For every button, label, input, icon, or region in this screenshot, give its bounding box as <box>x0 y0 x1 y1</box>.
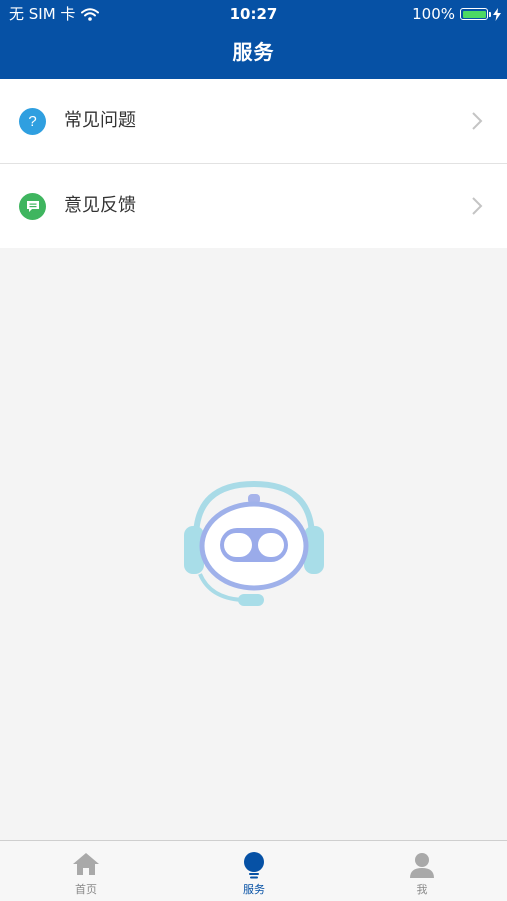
home-icon <box>73 853 99 875</box>
page-title: 服务 <box>232 40 275 64</box>
tab-bar: 首页 服务 我 <box>0 840 507 901</box>
status-bar: 无 SIM 卡 10:27 100% <box>0 0 507 28</box>
battery-icon <box>460 8 491 20</box>
tab-label: 我 <box>416 883 428 896</box>
person-icon <box>410 853 434 878</box>
list-item-faq[interactable]: ? 常见问题 <box>0 79 507 163</box>
service-list: ? 常见问题 意见反馈 <box>0 79 507 248</box>
battery-percent: 100% <box>412 5 455 23</box>
battery-info: 100% <box>412 0 501 28</box>
tab-me[interactable]: 我 <box>362 841 482 901</box>
tab-label: 服务 <box>243 883 265 896</box>
tab-label: 首页 <box>75 883 97 896</box>
feedback-icon <box>19 193 46 220</box>
list-item-feedback[interactable]: 意见反馈 <box>0 163 507 248</box>
customer-service-robot-icon <box>184 480 324 606</box>
question-icon: ? <box>19 108 46 135</box>
tab-home[interactable]: 首页 <box>26 841 146 901</box>
chevron-right-icon <box>472 112 483 130</box>
tab-service[interactable]: 服务 <box>194 841 314 901</box>
chevron-right-icon <box>472 197 483 215</box>
charging-icon <box>493 7 501 21</box>
bulb-icon <box>244 852 264 879</box>
app-header: 无 SIM 卡 10:27 100% 服务 <box>0 0 507 79</box>
list-item-label: 常见问题 <box>64 110 136 131</box>
list-item-label: 意见反馈 <box>64 195 136 216</box>
